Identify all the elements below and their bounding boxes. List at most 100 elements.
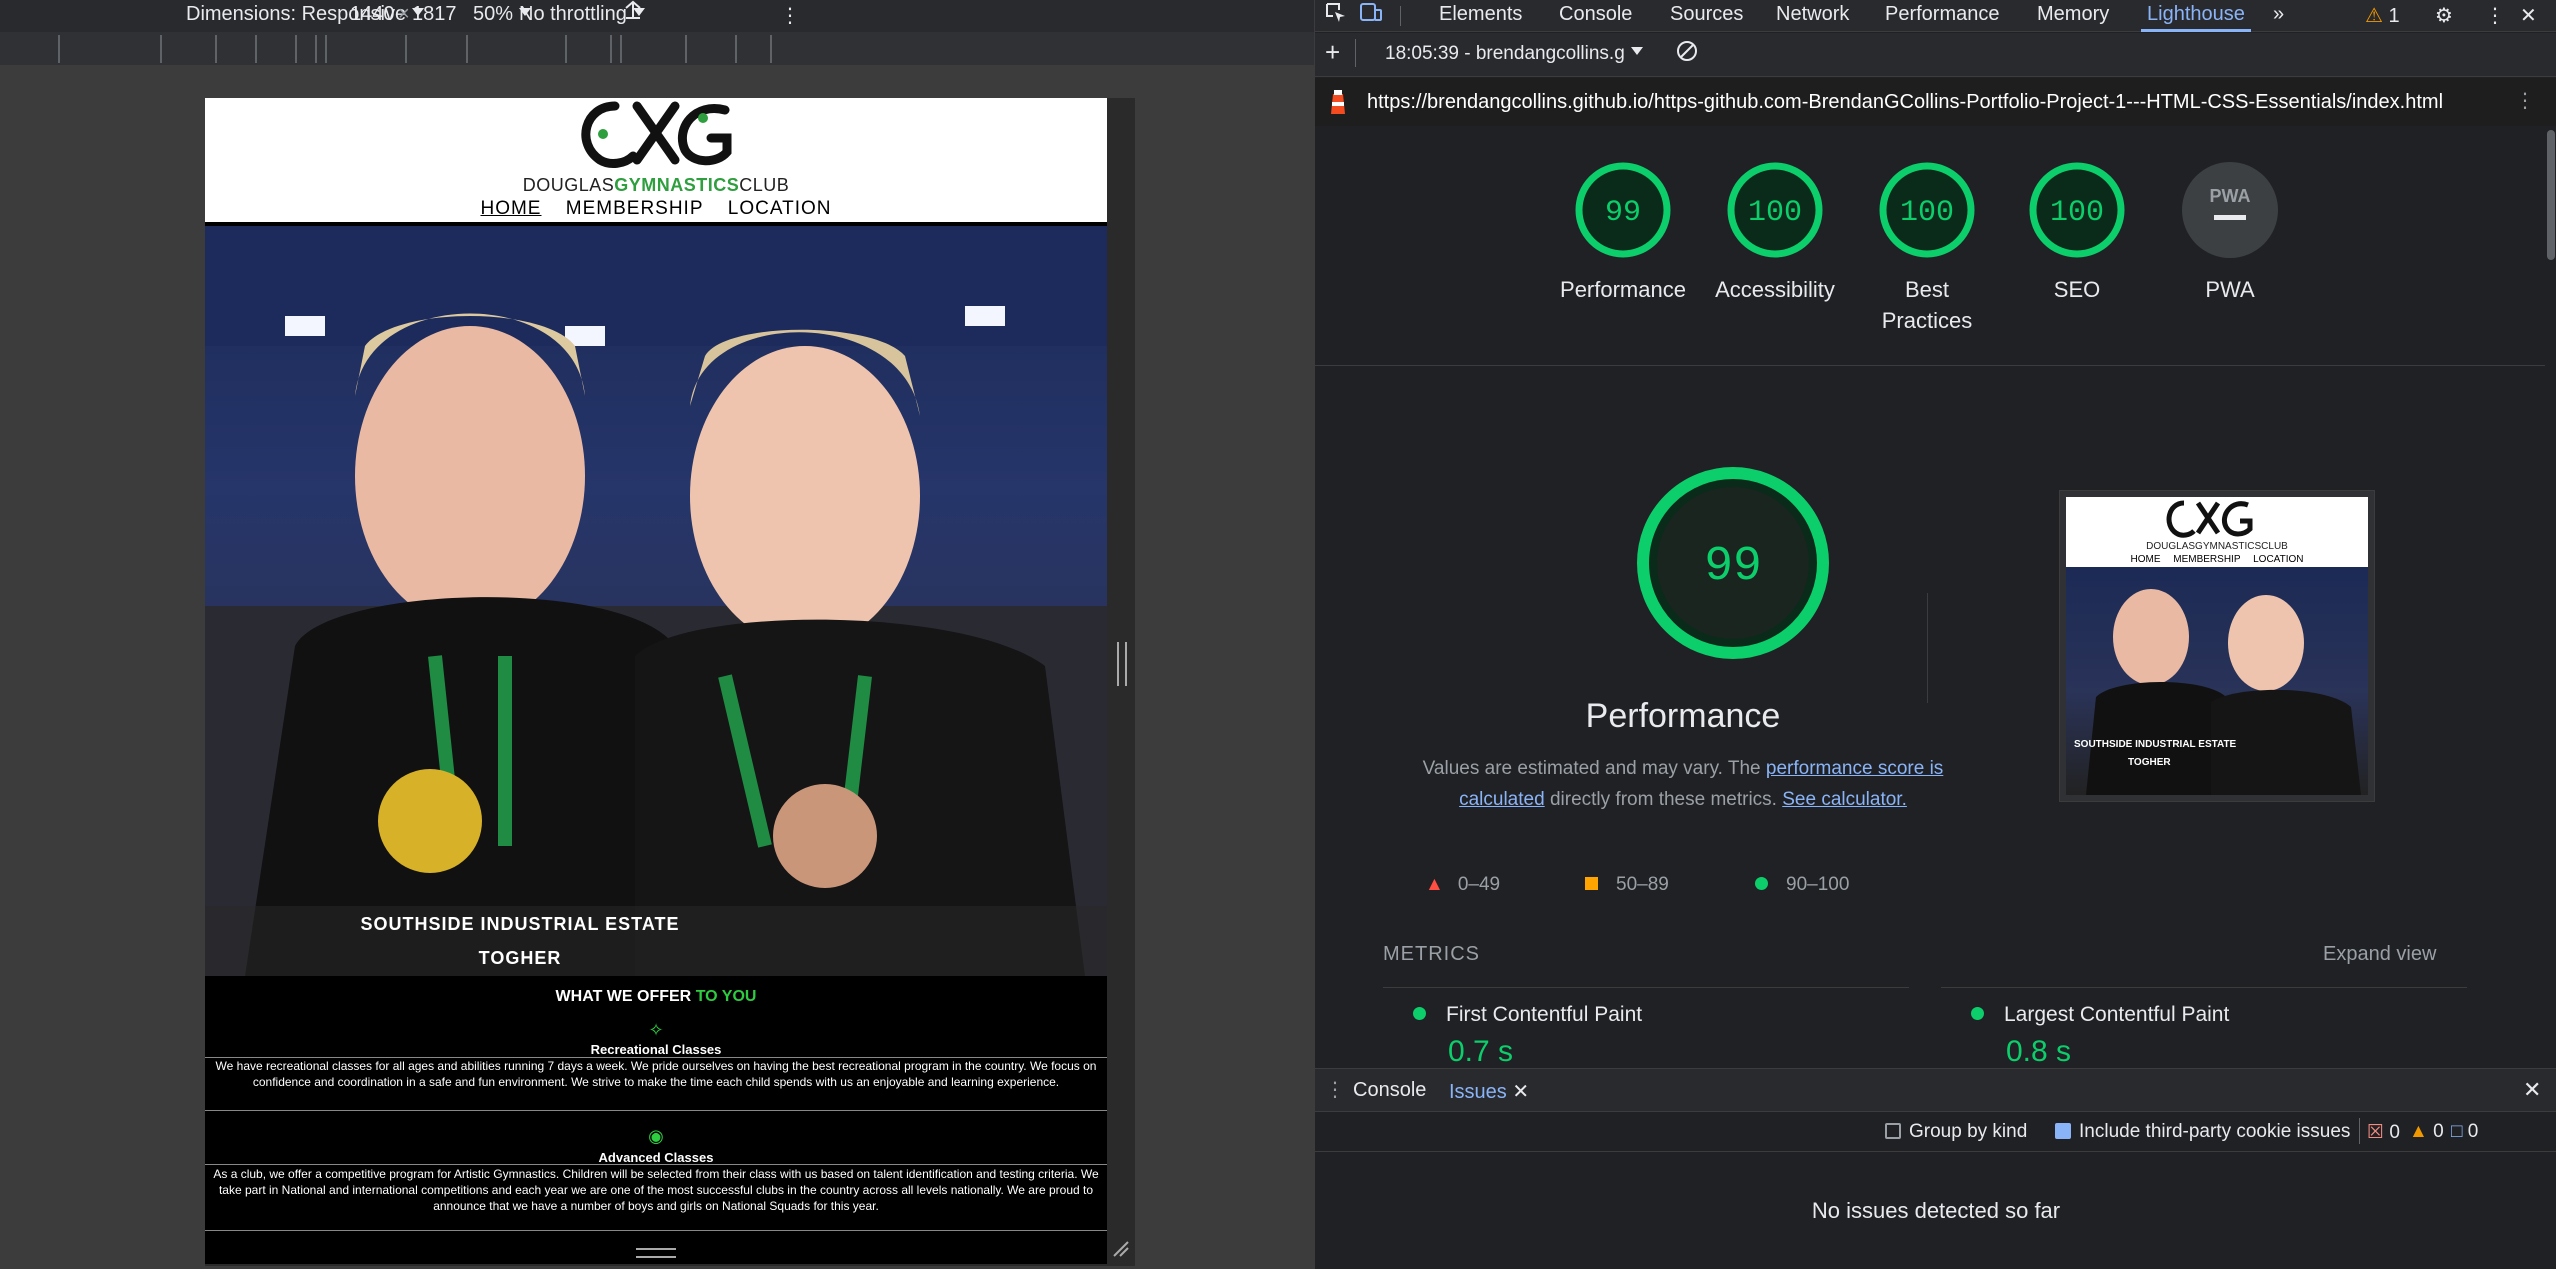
tab-performance[interactable]: Performance [1885,3,2000,26]
nav-location-link[interactable]: LOCATION [728,198,832,219]
hero-photo: SOUTHSIDE INDUSTRIAL ESTATE TOGHER [205,226,1107,976]
warning-icon: ▲ [2409,1121,2428,1142]
thumb-nav: HOME MEMBERSHIP LOCATION [2130,554,2304,565]
thumb-caption-2: TOGHER [2128,757,2171,768]
expand-view-button[interactable]: Expand view [2323,943,2436,966]
thumb-hero: SOUTHSIDE INDUSTRIAL ESTATE TOGHER [2066,567,2368,795]
device-toolbar: Dimensions: Responsive 1440 × 1817 50% N… [0,0,1314,32]
gauge-value: 100 [2050,196,2104,230]
performance-score: 99 [1704,540,1762,594]
rotate-icon[interactable] [622,0,644,32]
more-options-icon[interactable]: ⋮ [2485,3,2505,28]
performance-heading: Performance [1585,697,1781,735]
new-report-icon[interactable]: + [1325,37,1340,68]
resize-handle-bottom[interactable] [636,1248,676,1258]
resize-handle-right[interactable] [1117,642,1127,686]
report-scrollbar[interactable] [2545,130,2556,1060]
settings-gear-icon[interactable]: ⚙ [2435,3,2453,28]
checkbox-icon [1885,1123,1901,1139]
thumb-logo [2166,500,2253,538]
performance-big-gauge: 99 [1637,467,1829,659]
metric-largest-contentful-paint: Largest Contentful Paint [1971,1003,2229,1027]
gauge-accessibility[interactable]: 100 [1725,160,1825,260]
height-input[interactable]: 1817 [412,3,457,26]
gauge-label-pwa: PWA [2205,277,2255,302]
drawer-menu-icon[interactable]: ⋮ [1325,1077,1345,1102]
offer-section: WHAT WE OFFER TO YOU ✧ Recreational Clas… [205,978,1107,1264]
hero-caption-town: TOGHER [478,948,562,968]
offer-heading: WHAT WE OFFER TO YOU [555,988,757,1005]
metric-lcp-value: 0.8 s [2006,1035,2072,1067]
metric-fcp-value: 0.7 s [1448,1035,1514,1067]
resize-corner-icon[interactable] [1110,1238,1130,1258]
device-toggle-icon[interactable] [1359,2,1383,30]
hero-caption-address: SOUTHSIDE INDUSTRIAL ESTATE [360,914,680,934]
see-calculator-link[interactable]: See calculator. [1782,789,1907,810]
inspect-element-icon[interactable] [1325,2,1347,30]
recreational-text: We have recreational classes for all age… [215,1059,1097,1089]
close-drawer-icon[interactable]: ✕ [2523,1077,2541,1103]
tab-memory[interactable]: Memory [2037,3,2109,26]
report-selector[interactable]: 18:05:39 - brendangcollins.g [1385,43,1643,65]
pass-dot-icon [1971,1007,1984,1020]
tab-lighthouse[interactable]: Lighthouse [2141,3,2251,32]
more-options-icon[interactable]: ⋮ [780,3,800,28]
gauge-label-accessibility: Accessibility [1715,277,1835,302]
devtools-tab-bar: Elements Console Sources Network Perform… [1315,0,2556,32]
metric-first-contentful-paint: First Contentful Paint [1413,1003,1642,1027]
lighthouse-toolbar: + 18:05:39 - brendangcollins.g [1315,33,2556,77]
close-devtools-icon[interactable]: ✕ [2520,3,2537,28]
warning-badge[interactable]: ⚠ 1 [2365,3,2400,28]
toolbar-divider [1400,6,1401,26]
gauge-value: 100 [1900,196,1954,230]
gauge-best-practices[interactable]: 100 [1877,160,1977,260]
tab-elements[interactable]: Elements [1439,3,1522,26]
final-screenshot-thumbnail[interactable]: DOUGLASGYMNASTICSCLUB HOME MEMBERSHIP LO… [2059,490,2375,802]
drawer-tab-issues[interactable]: Issues ✕ [1441,1079,1538,1115]
info-count[interactable]: □ 0 [2451,1121,2478,1143]
width-input[interactable]: 1440 [350,3,395,26]
gauge-seo[interactable]: 100 [2027,160,2127,260]
report-url[interactable]: https://brendangcollins.github.io/https-… [1367,91,2443,114]
screen: Dimensions: Responsive 1440 × 1817 50% N… [0,0,2556,1269]
gauge-value: 100 [1748,196,1802,230]
score-summary: 99 Performance 100 Accessibility 100 Bes… [1315,126,2556,366]
lighthouse-logo-icon [1325,88,1351,122]
medal-icon: ◉ [648,1126,664,1146]
performance-description: Values are estimated and may vary. The p… [1422,758,1944,810]
site-header: DOUGLASGYMNASTICSCLUB HOME MEMBERSHIP LO… [205,98,1107,222]
checked-checkbox-icon [2055,1123,2071,1139]
clear-reports-icon[interactable] [1675,39,1699,69]
group-by-kind-checkbox[interactable]: Group by kind [1885,1121,2027,1143]
include-third-party-checkbox[interactable]: Include third-party cookie issues [2055,1121,2350,1143]
report-url-bar: https://brendangcollins.github.io/https-… [1315,78,2556,126]
site-nav: HOME MEMBERSHIP LOCATION [205,198,1107,220]
gauge-label-performance: Performance [1560,277,1686,302]
tab-network[interactable]: Network [1776,3,1849,26]
warning-count[interactable]: ▲ 0 [2409,1121,2444,1143]
advanced-text: As a club, we offer a competitive progra… [213,1167,1099,1213]
report-menu-icon[interactable]: ⋮ [2515,88,2535,113]
error-count[interactable]: ☒ 0 [2367,1121,2400,1144]
recreational-title: Recreational Classes [590,1042,722,1057]
divider [205,1164,1107,1165]
pass-dot-icon [1413,1007,1426,1020]
legend-fail: ▲ 0–49 [1425,874,1501,895]
nav-home-link[interactable]: HOME [480,198,541,219]
close-tab-icon[interactable]: ✕ [1512,1081,1529,1103]
gauge-pwa[interactable]: PWA [2180,160,2280,260]
ruler [0,32,1314,66]
metrics-heading: METRICS [1383,943,1480,965]
tab-console[interactable]: Console [1559,3,1632,26]
gymnast-icon: ✧ [648,1020,664,1040]
legend-pass: 90–100 [1755,874,1849,896]
pwa-badge: PWA [2209,186,2250,206]
times-sign: × [398,3,410,25]
nav-membership-link[interactable]: MEMBERSHIP [566,198,704,219]
error-icon: ☒ [2367,1122,2385,1143]
issues-toolbar: Group by kind Include third-party cookie… [1315,1112,2556,1152]
more-tabs-icon[interactable]: » [2273,3,2284,26]
drawer-tab-console[interactable]: Console [1353,1079,1426,1102]
gauge-performance[interactable]: 99 [1573,160,1673,260]
tab-sources[interactable]: Sources [1670,3,1743,26]
